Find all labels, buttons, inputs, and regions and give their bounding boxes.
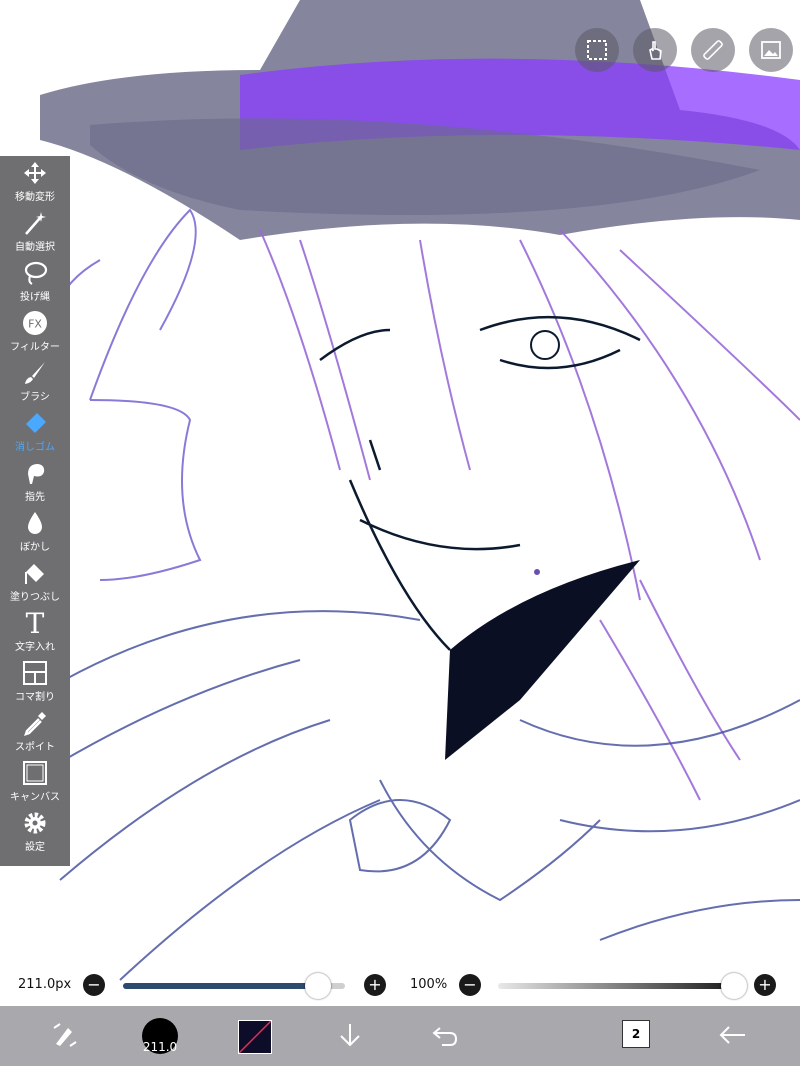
tool-fill[interactable]: 塗りつぶし bbox=[0, 556, 70, 606]
size-increase-button[interactable]: + bbox=[364, 974, 386, 996]
tool-text[interactable]: T 文字入れ bbox=[0, 606, 70, 656]
tool-lasso[interactable]: 投げ縄 bbox=[0, 256, 70, 306]
canvas-icon bbox=[23, 761, 47, 785]
lasso-icon bbox=[24, 261, 48, 285]
brush-size-label: 211.0px bbox=[18, 977, 72, 992]
magic-wand-icon bbox=[25, 212, 46, 235]
wifi-icon: ◠ bbox=[718, 3, 730, 17]
image-button[interactable] bbox=[749, 28, 793, 72]
brush-eraser-swap-icon[interactable] bbox=[50, 1020, 80, 1050]
frame-divide-icon bbox=[23, 661, 47, 685]
battery-percent: 63% bbox=[735, 3, 762, 17]
brush-size-value: 211.0 bbox=[142, 1040, 178, 1054]
color-slash-icon bbox=[238, 1020, 272, 1054]
image-icon bbox=[761, 41, 781, 59]
tool-auto-select[interactable]: 自動選択 bbox=[0, 206, 70, 256]
svg-text:FX: FX bbox=[28, 318, 42, 331]
selection-button[interactable] bbox=[575, 28, 619, 72]
blur-drop-icon bbox=[28, 512, 42, 534]
brush-icon bbox=[25, 362, 45, 384]
ruler-icon bbox=[703, 40, 723, 60]
drawing-canvas[interactable] bbox=[0, 0, 800, 1066]
opacity-increase-button[interactable]: + bbox=[754, 974, 776, 996]
top-toolbar bbox=[575, 28, 793, 72]
tool-eraser[interactable]: 消しゴム bbox=[0, 406, 70, 456]
tool-label: 指先 bbox=[25, 492, 45, 503]
tool-label: コマ割り bbox=[15, 692, 55, 703]
coat-strokes bbox=[0, 610, 800, 981]
tool-blur[interactable]: ぼかし bbox=[0, 506, 70, 556]
tool-label: 塗りつぶし bbox=[9, 592, 61, 603]
size-slider-thumb[interactable] bbox=[305, 973, 332, 999]
tool-finger[interactable]: 指先 bbox=[0, 456, 70, 506]
bottom-toolbar: 211.0 2 bbox=[0, 1006, 800, 1066]
tool-label: キャンバス bbox=[10, 792, 60, 803]
tool-label: スポイト bbox=[15, 742, 55, 753]
fill-bucket-icon bbox=[25, 564, 44, 584]
slider-bar: 211.0px − + 100% − + bbox=[0, 968, 800, 1004]
opacity-slider-thumb[interactable] bbox=[721, 973, 747, 999]
opacity-decrease-button[interactable]: − bbox=[459, 974, 481, 996]
tool-label: 投げ縄 bbox=[20, 292, 50, 303]
brush-size-preview[interactable]: 211.0 bbox=[142, 1018, 178, 1054]
opacity-slider-track[interactable] bbox=[498, 983, 734, 989]
eyedropper-icon bbox=[24, 712, 46, 736]
tool-label: ブラシ bbox=[20, 392, 50, 403]
eraser-icon bbox=[26, 413, 46, 433]
tool-brush[interactable]: ブラシ bbox=[0, 356, 70, 406]
tool-move[interactable]: 移動変形 bbox=[0, 156, 70, 206]
tool-label: 文字入れ bbox=[15, 642, 55, 653]
tool-sidebar: 移動変形 自動選択 投げ縄 FX フィルター ブラシ 消しゴム 指先 ぼかし 塗… bbox=[0, 156, 70, 866]
gear-icon bbox=[24, 812, 46, 834]
opacity-label: 100% bbox=[410, 977, 448, 992]
current-color-swatch[interactable] bbox=[238, 1020, 272, 1054]
tool-canvas[interactable]: キャンバス bbox=[0, 756, 70, 806]
move-icon bbox=[24, 162, 46, 184]
tool-filter[interactable]: FX フィルター bbox=[0, 306, 70, 356]
text-icon: T bbox=[26, 610, 45, 636]
finger-icon bbox=[28, 464, 45, 484]
tool-frame-divide[interactable]: コマ割り bbox=[0, 656, 70, 706]
hand-icon bbox=[649, 41, 662, 60]
size-decrease-button[interactable]: − bbox=[83, 974, 105, 996]
tool-label: 移動変形 bbox=[15, 192, 55, 203]
hair-strokes bbox=[259, 229, 800, 801]
arrow-down-icon[interactable] bbox=[335, 1020, 365, 1050]
ruler-button[interactable] bbox=[691, 28, 735, 72]
hand-strokes bbox=[50, 208, 202, 581]
tool-label: ぼかし bbox=[20, 542, 50, 553]
hand-button[interactable] bbox=[633, 28, 677, 72]
svg-text:T: T bbox=[26, 610, 45, 636]
undo-icon[interactable] bbox=[430, 1020, 460, 1050]
fx-icon: FX bbox=[23, 311, 47, 335]
tool-label: フィルター bbox=[10, 342, 60, 353]
tool-eyedropper[interactable]: スポイト bbox=[0, 706, 70, 756]
tool-settings[interactable]: 設定 bbox=[0, 806, 70, 856]
status-bar: ◠ 63% bbox=[719, 3, 792, 17]
tool-label: 自動選択 bbox=[15, 242, 55, 253]
selection-icon bbox=[587, 40, 607, 60]
tool-label: 消しゴム bbox=[15, 442, 55, 453]
layer-count-badge[interactable]: 2 bbox=[622, 1020, 650, 1048]
back-arrow-icon[interactable] bbox=[717, 1020, 749, 1050]
battery-icon bbox=[768, 4, 792, 16]
size-slider-fill bbox=[123, 983, 319, 989]
tool-label: 設定 bbox=[25, 842, 45, 853]
